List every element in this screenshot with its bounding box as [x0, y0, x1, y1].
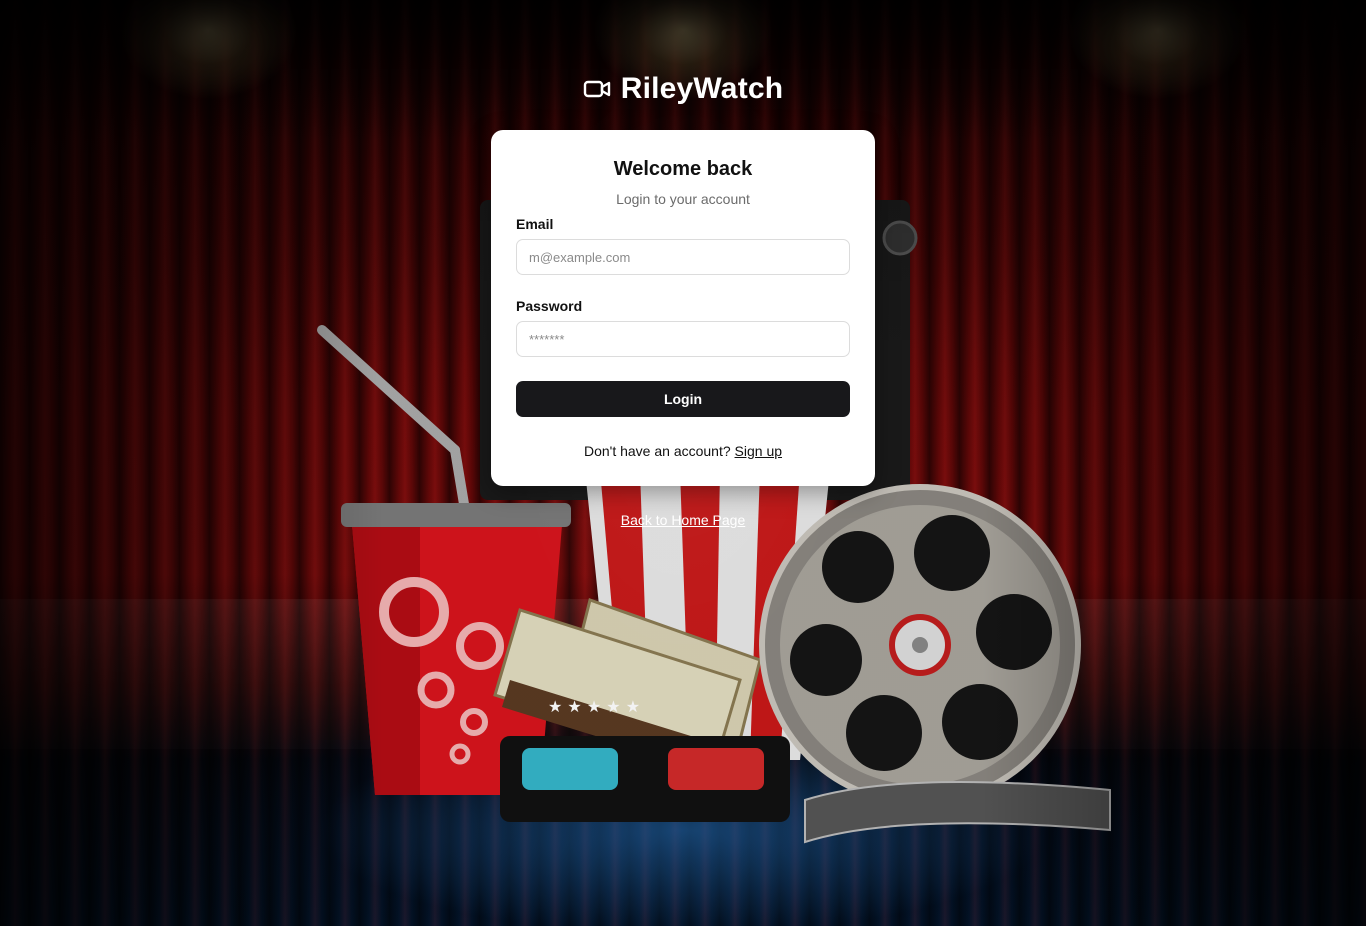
brand-title: RileyWatch	[620, 72, 784, 105]
login-button[interactable]: Login	[516, 381, 850, 417]
signup-prompt: Don't have an account?	[583, 443, 731, 459]
login-card: Welcome back Login to your account Email…	[491, 130, 875, 486]
password-field[interactable]	[516, 321, 850, 357]
brand-header: RileyWatch	[0, 72, 1366, 106]
back-home-row: Back to Home Page	[0, 512, 1366, 528]
login-subtitle: Login to your account	[616, 191, 750, 207]
login-title: Welcome back	[613, 158, 753, 180]
email-field[interactable]	[516, 239, 850, 275]
password-label: Password	[516, 298, 583, 314]
video-camera-icon	[583, 80, 610, 98]
email-label: Email	[516, 216, 554, 232]
back-to-home-link[interactable]: Back to Home Page	[621, 512, 746, 528]
signup-prompt-row: Don't have an account? Sign up	[491, 443, 875, 459]
signup-link[interactable]: Sign up	[735, 443, 782, 459]
